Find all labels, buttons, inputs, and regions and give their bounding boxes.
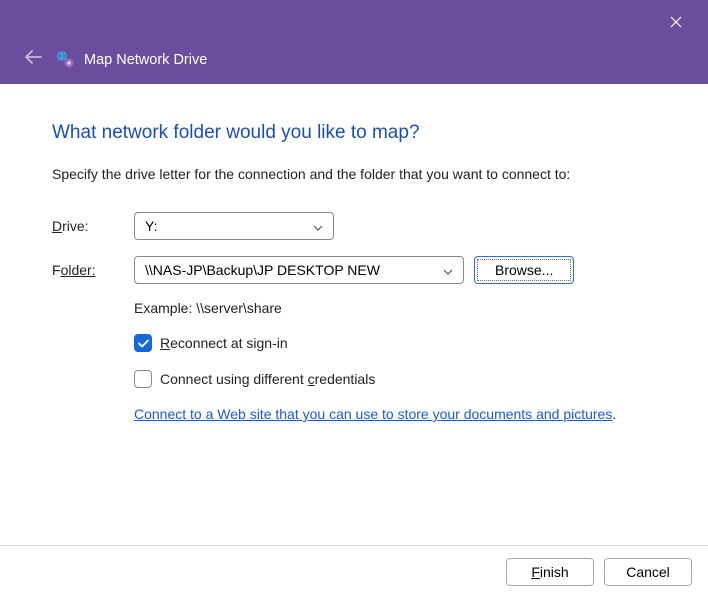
folder-value: \\NAS-JP\Backup\JP DESKTOP NEW (145, 262, 380, 278)
browse-button[interactable]: Browse... (474, 256, 574, 284)
website-link-row: Connect to a Web site that you can use t… (134, 406, 656, 422)
footer: Finish Cancel (0, 545, 708, 597)
reconnect-checkbox[interactable] (134, 334, 152, 352)
chevron-down-icon (313, 218, 323, 234)
drive-select[interactable]: Y: (134, 212, 334, 240)
titlebar: Map Network Drive (0, 0, 708, 84)
close-icon (670, 16, 682, 28)
drive-label: Drive: (52, 218, 134, 234)
back-arrow-icon (24, 50, 42, 64)
page-subtext: Specify the drive letter for the connect… (52, 166, 656, 182)
website-link[interactable]: Connect to a Web site that you can use t… (134, 406, 612, 422)
folder-row: Folder: \\NAS-JP\Backup\JP DESKTOP NEW B… (52, 256, 656, 284)
window-title: Map Network Drive (84, 52, 207, 68)
reconnect-label: Reconnect at sign-in (160, 335, 288, 351)
cancel-button[interactable]: Cancel (604, 558, 692, 586)
page-heading: What network folder would you like to ma… (52, 122, 656, 144)
network-drive-icon (56, 50, 74, 68)
reconnect-row: Reconnect at sign-in (134, 334, 656, 352)
folder-combo[interactable]: \\NAS-JP\Backup\JP DESKTOP NEW (134, 256, 464, 284)
check-icon (138, 339, 149, 348)
chevron-down-icon (443, 262, 453, 278)
content-area: What network folder would you like to ma… (0, 84, 708, 544)
folder-label: Folder: (52, 262, 134, 278)
credentials-row: Connect using different credentials (134, 370, 656, 388)
drive-value: Y: (145, 218, 157, 234)
credentials-label: Connect using different credentials (160, 371, 375, 387)
back-button[interactable] (24, 49, 42, 67)
close-button[interactable] (662, 8, 690, 36)
drive-row: Drive: Y: (52, 212, 656, 240)
example-text: Example: \\server\share (134, 300, 656, 316)
credentials-checkbox[interactable] (134, 370, 152, 388)
finish-button[interactable]: Finish (506, 558, 594, 586)
